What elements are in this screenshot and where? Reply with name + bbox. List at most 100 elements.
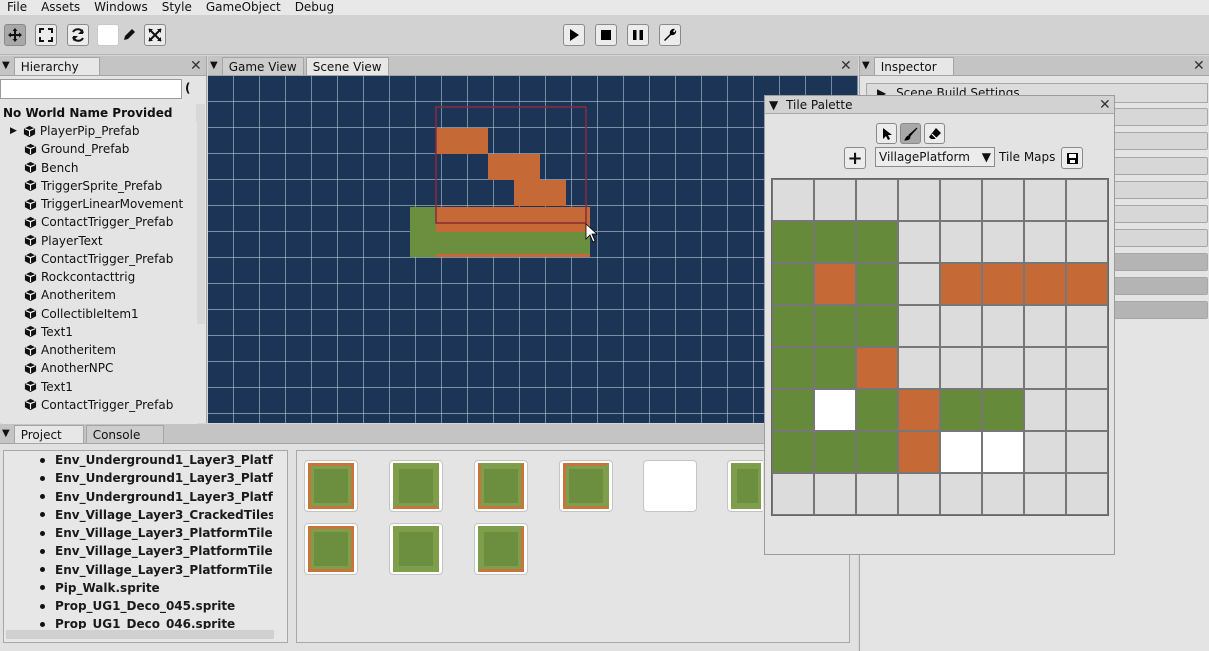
settings-button[interactable]	[659, 24, 681, 46]
palette-tile[interactable]	[856, 431, 898, 473]
menu-debug[interactable]: Debug	[288, 1, 341, 14]
palette-tile[interactable]	[1066, 473, 1108, 515]
hierarchy-item[interactable]: Anotheritem	[2, 286, 197, 304]
expand-arrow-icon[interactable]: ▶	[10, 126, 17, 136]
palette-tile[interactable]	[1066, 221, 1108, 263]
palette-tile[interactable]	[1066, 347, 1108, 389]
project-tree-scrollbar[interactable]	[6, 630, 274, 639]
palette-tile[interactable]	[982, 431, 1024, 473]
palette-tile[interactable]	[898, 431, 940, 473]
list-item[interactable]: Env_Village_Layer3_PlatformTileset_1.	[8, 524, 273, 542]
hierarchy-item[interactable]: TriggerLinearMovement	[2, 195, 197, 213]
palette-tile[interactable]	[1024, 263, 1066, 305]
close-icon[interactable]: ✕	[190, 59, 202, 73]
palette-tile[interactable]	[1066, 179, 1108, 221]
hierarchy-scrollbar[interactable]	[196, 104, 205, 324]
list-item[interactable]: Env_Village_Layer3_CrackedTileset_1.s	[8, 506, 273, 524]
expand-button[interactable]	[144, 24, 166, 46]
hierarchy-item[interactable]: ContactTrigger_Prefab	[2, 213, 197, 231]
tab-inspector[interactable]: Inspector	[873, 57, 954, 75]
palette-tile[interactable]	[940, 347, 982, 389]
palette-tile[interactable]	[898, 389, 940, 431]
save-button[interactable]	[1061, 147, 1083, 169]
palette-tile[interactable]	[982, 389, 1024, 431]
palette-tile[interactable]	[856, 263, 898, 305]
inspector-field[interactable]	[1112, 181, 1208, 199]
hierarchy-item[interactable]: Ground_Prefab	[2, 140, 197, 158]
asset-thumbnail[interactable]	[389, 460, 443, 512]
hierarchy-item[interactable]: Text1	[2, 378, 197, 396]
list-item[interactable]: Prop_UG1_Deco_046.sprite	[8, 615, 273, 629]
color-swatch[interactable]	[97, 24, 119, 46]
palette-tile[interactable]	[1024, 179, 1066, 221]
palette-tile[interactable]	[898, 347, 940, 389]
palette-tile[interactable]	[772, 179, 814, 221]
palette-tile[interactable]	[856, 473, 898, 515]
menu-gameobject[interactable]: GameObject	[199, 1, 288, 14]
asset-thumbnail[interactable]	[643, 460, 697, 512]
tab-hierarchy[interactable]: Hierarchy	[13, 57, 100, 75]
list-item[interactable]: Prop_UG1_Deco_045.sprite	[8, 597, 273, 615]
palette-tile[interactable]	[1024, 305, 1066, 347]
inspector-field[interactable]	[1112, 205, 1208, 223]
rect-tool-button[interactable]	[35, 24, 57, 46]
hierarchy-item[interactable]: Bench	[2, 159, 197, 177]
palette-tile[interactable]	[1024, 473, 1066, 515]
palette-tile[interactable]	[898, 263, 940, 305]
tab-scene-view[interactable]: Scene View	[305, 57, 389, 75]
palette-tile[interactable]	[814, 221, 856, 263]
hierarchy-search-input[interactable]	[0, 79, 182, 99]
palette-tile[interactable]	[1024, 389, 1066, 431]
palette-tile[interactable]	[982, 179, 1024, 221]
stop-button[interactable]	[595, 24, 617, 46]
asset-thumbnail[interactable]	[474, 460, 528, 512]
palette-tile[interactable]	[1024, 431, 1066, 473]
select-tool-button[interactable]	[876, 123, 897, 144]
palette-tile[interactable]	[856, 347, 898, 389]
collapse-arrow-icon[interactable]: ▼	[208, 57, 222, 75]
asset-thumbnail[interactable]	[304, 460, 358, 512]
hierarchy-item[interactable]: PlayerText	[2, 232, 197, 250]
hierarchy-item[interactable]: AnotherNPC	[2, 359, 197, 377]
palette-tile[interactable]	[856, 179, 898, 221]
hierarchy-item[interactable]: ▶ PlayerPip_Prefab	[2, 122, 197, 140]
palette-tile[interactable]	[1066, 263, 1108, 305]
hierarchy-item[interactable]: Anotheritem	[2, 341, 197, 359]
add-tilemap-button[interactable]: +	[844, 147, 866, 169]
tab-game-view[interactable]: Game View	[221, 57, 304, 75]
list-item[interactable]: Pip_Walk.sprite	[8, 579, 273, 597]
inspector-field[interactable]	[1112, 132, 1208, 150]
palette-tile[interactable]	[898, 221, 940, 263]
collapse-arrow-icon[interactable]: ▼	[860, 57, 874, 75]
inspector-field[interactable]	[1112, 277, 1208, 295]
palette-tile[interactable]	[856, 389, 898, 431]
inspector-field[interactable]	[1112, 253, 1208, 271]
palette-tile[interactable]	[1024, 221, 1066, 263]
asset-thumbnail[interactable]	[389, 523, 443, 575]
palette-tile[interactable]	[1066, 389, 1108, 431]
hierarchy-item[interactable]: ContactTrigger_Prefab	[2, 396, 197, 414]
palette-tile[interactable]	[814, 305, 856, 347]
tab-project[interactable]: Project	[13, 425, 84, 443]
palette-tile[interactable]	[898, 179, 940, 221]
list-item[interactable]: Env_Village_Layer3_PlatformTileset_2.	[8, 542, 273, 560]
tile-palette-grid[interactable]	[771, 178, 1109, 516]
collapse-arrow-icon[interactable]: ▼	[0, 425, 14, 443]
close-icon[interactable]: ✕	[1099, 98, 1111, 112]
palette-tile[interactable]	[814, 263, 856, 305]
palette-tile[interactable]	[898, 305, 940, 347]
palette-tile[interactable]	[1066, 305, 1108, 347]
pause-button[interactable]	[627, 24, 649, 46]
palette-tile[interactable]	[772, 305, 814, 347]
list-item[interactable]: Env_Underground1_Layer3_PlatformTi	[8, 451, 273, 469]
inspector-field[interactable]	[1112, 157, 1208, 175]
close-icon[interactable]: ✕	[840, 59, 852, 73]
palette-tile[interactable]	[856, 221, 898, 263]
move-tool-button[interactable]	[4, 24, 26, 46]
brush-tool-button[interactable]	[900, 123, 921, 144]
palette-tile[interactable]	[814, 473, 856, 515]
menu-file[interactable]: File	[0, 1, 34, 14]
palette-tile[interactable]	[982, 221, 1024, 263]
palette-tile[interactable]	[940, 263, 982, 305]
scene-canvas[interactable]	[208, 76, 858, 423]
